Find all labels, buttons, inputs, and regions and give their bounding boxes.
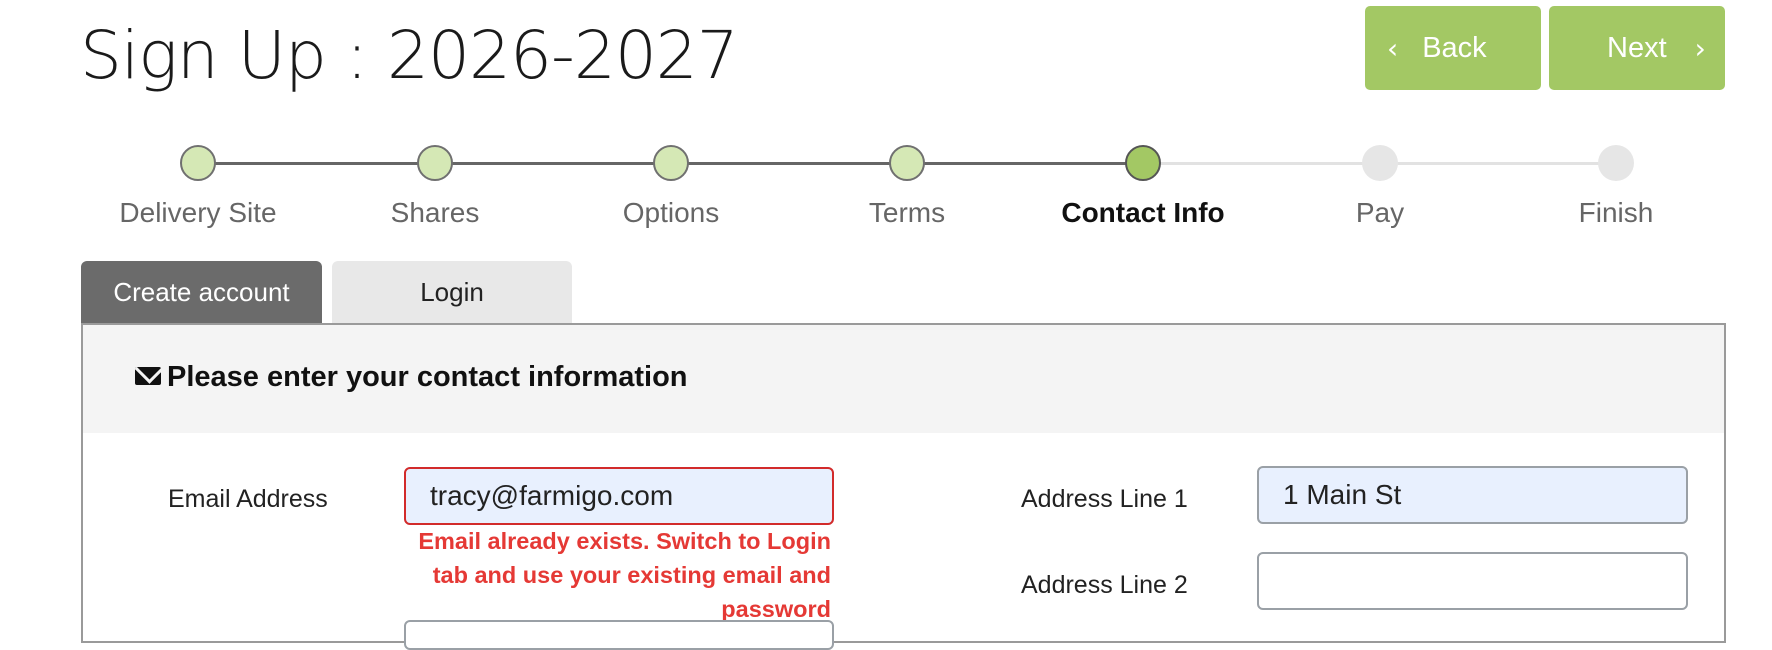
email-field[interactable] (404, 467, 834, 525)
step-label: Delivery Site (119, 197, 277, 228)
envelope-icon (135, 367, 161, 385)
back-button[interactable]: ‹ Back (1365, 6, 1541, 90)
step-marker (889, 145, 925, 181)
next-field-partial[interactable] (404, 620, 834, 650)
tab-login[interactable]: Login (332, 261, 572, 323)
page-title: Sign Up : 2026-2027 (80, 17, 739, 94)
step-label: Contact Info (1061, 197, 1225, 228)
panel-header: Please enter your contact information (83, 325, 1724, 433)
step-shares: Shares (335, 140, 535, 229)
step-finish: Finish (1516, 140, 1716, 229)
address-line-1-label: Address Line 1 (1021, 485, 1188, 513)
step-contact-info: Contact Info (1043, 140, 1243, 229)
tab-create-account[interactable]: Create account (81, 261, 322, 323)
step-marker (1598, 145, 1634, 181)
panel-title: Please enter your contact information (167, 361, 688, 393)
chevron-right-icon: › (1694, 31, 1706, 65)
email-label: Email Address (168, 485, 328, 513)
step-marker (180, 145, 216, 181)
step-marker (417, 145, 453, 181)
address-line-1-field[interactable] (1257, 466, 1688, 524)
step-terms: Terms (807, 140, 1007, 229)
address-line-2-field[interactable] (1257, 552, 1688, 610)
back-button-label: Back (1422, 31, 1487, 64)
step-label: Terms (868, 197, 946, 228)
step-marker-current (1125, 145, 1161, 181)
next-button-label: Next (1607, 31, 1667, 64)
chevron-left-icon: ‹ (1387, 31, 1399, 65)
step-pay: Pay (1280, 140, 1480, 229)
next-button[interactable]: Next › (1549, 6, 1725, 90)
step-marker (1362, 145, 1398, 181)
progress-stepper: Delivery Site Shares Options Terms Conta… (0, 140, 1772, 240)
step-marker (653, 145, 689, 181)
address-line-2-label: Address Line 2 (1021, 571, 1188, 599)
step-label: Shares (390, 197, 480, 228)
step-label: Pay (1355, 197, 1405, 228)
email-error-message: Email already exists. Switch to Login ta… (418, 528, 831, 622)
step-options: Options (571, 140, 771, 229)
step-delivery-site: Delivery Site (98, 140, 298, 229)
step-label: Options (622, 197, 720, 228)
step-label: Finish (1578, 197, 1654, 228)
